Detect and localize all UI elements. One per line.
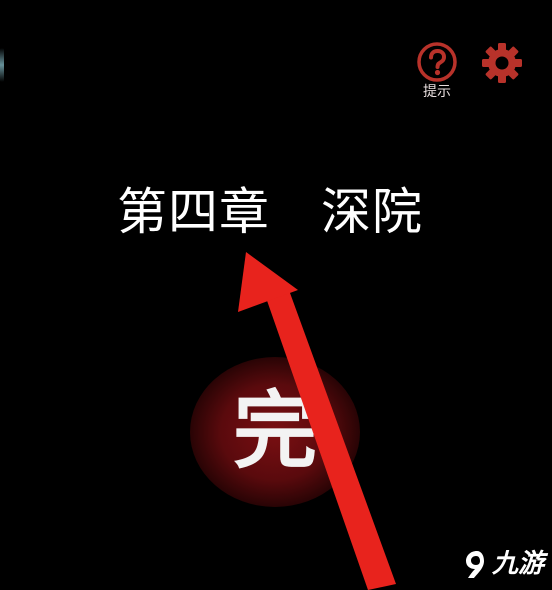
gear-icon (482, 43, 522, 83)
seal-text: 完 (232, 381, 317, 480)
arrow-head (238, 252, 298, 312)
game-screen: 提示 第四章 深院 完 九游 (0, 0, 552, 590)
watermark-logo-icon (466, 551, 484, 578)
watermark: 九游 (462, 546, 548, 582)
watermark-text: 九游 (492, 549, 545, 579)
edge-glow (0, 48, 4, 82)
settings-button[interactable] (481, 42, 523, 84)
question-icon (417, 42, 457, 82)
hint-label: 提示 (423, 84, 451, 100)
chapter-title: 第四章 深院 (117, 183, 423, 241)
hint-button[interactable]: 提示 (414, 42, 460, 102)
completed-seal: 完 (190, 357, 360, 507)
